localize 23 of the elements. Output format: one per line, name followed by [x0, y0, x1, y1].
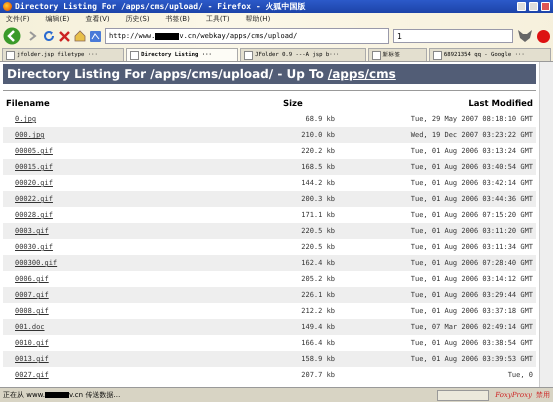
column-header: Filename: [6, 99, 51, 109]
redaction-block: [44, 392, 69, 398]
page-icon: [130, 50, 140, 60]
back-icon[interactable]: [3, 27, 21, 45]
stop-icon[interactable]: [59, 30, 70, 42]
window-title: Directory Listing For /apps/cms/upload/ - Firefox - 火狐中国版: [15, 1, 306, 12]
parent-directory-link[interactable]: /apps/cms: [328, 67, 396, 81]
column-header: Last Modified: [468, 99, 533, 109]
column-header: Size: [283, 99, 303, 109]
firefox-logo-icon: [3, 2, 12, 11]
redaction-block: [155, 32, 180, 40]
page-heading: Directory Listing For /apps/cms/upload/ - Up To: [7, 67, 324, 81]
page-icon: [372, 50, 381, 60]
scrollbar[interactable]: [539, 62, 553, 387]
home-icon[interactable]: [74, 30, 86, 42]
search-field[interactable]: 1: [393, 29, 513, 43]
reload-icon[interactable]: [43, 30, 55, 42]
page-icon: [244, 50, 254, 60]
page-icon: [432, 50, 442, 60]
page-icon: [6, 50, 15, 60]
bookmark-icon[interactable]: [90, 30, 101, 42]
close-button[interactable]: [541, 2, 550, 11]
fox-icon[interactable]: [517, 29, 533, 43]
